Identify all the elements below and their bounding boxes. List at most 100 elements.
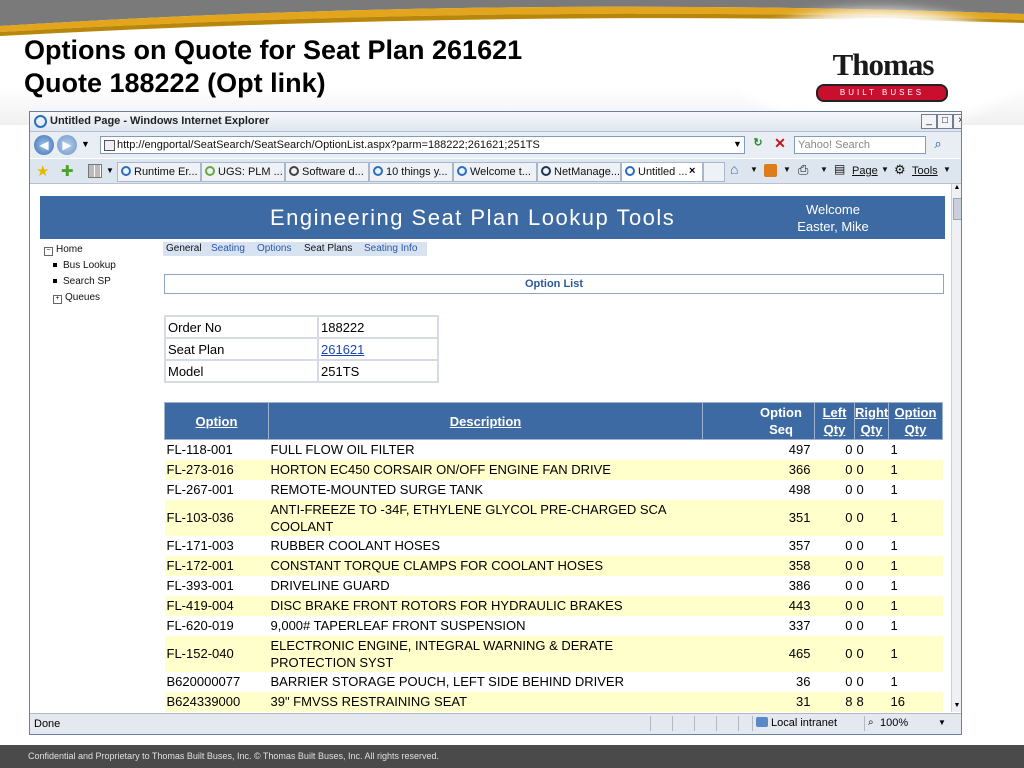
sort-option-qty-header[interactable]: Option Qty [888, 402, 943, 440]
maximize-button[interactable]: □ [937, 114, 953, 129]
option-qty: 1 [888, 671, 943, 692]
option-qty: 1 [888, 615, 943, 636]
nav-home[interactable]: − Home [44, 244, 83, 256]
search-icon[interactable]: ⌕ [930, 136, 946, 152]
menu-general[interactable]: General [166, 243, 202, 254]
left-qty: 0 [814, 575, 855, 596]
option-code: FL-172-001 [164, 555, 269, 576]
feeds-dropdown-icon[interactable]: ▼ [783, 165, 791, 174]
print-dropdown-icon[interactable]: ▼ [820, 165, 828, 174]
sort-option-seq-header[interactable]: Option Seq [702, 402, 815, 440]
page-menu-icon[interactable]: ▤ [834, 162, 845, 176]
tab-untitled-active[interactable]: Untitled ... × [621, 162, 703, 182]
sort-option-header[interactable]: Option [164, 402, 269, 440]
minimize-button[interactable]: _ [921, 114, 937, 129]
scroll-down-icon[interactable]: ▼ [952, 702, 961, 712]
scroll-up-icon[interactable]: ▲ [952, 184, 961, 194]
menu-seating-info[interactable]: Seating Info [364, 243, 417, 254]
menu-options[interactable]: Options [257, 243, 291, 254]
refresh-icon[interactable]: ↻ [750, 136, 766, 152]
left-qty: 8 [814, 691, 855, 712]
thomas-logo-tagline: BUILT BUSES [816, 84, 948, 102]
left-qty: 0 [814, 535, 855, 556]
left-qty: 0 [814, 615, 855, 636]
right-qty: 0 [854, 535, 889, 556]
home-dropdown-icon[interactable]: ▼ [750, 165, 758, 174]
quick-tabs-icon[interactable] [88, 164, 102, 178]
left-qty: 0 [814, 479, 855, 500]
option-qty: 1 [888, 575, 943, 596]
option-row: FL-152-040 ELECTRONIC ENGINE, INTEGRAL WA… [164, 635, 943, 672]
info-row-model: Model 251TS [164, 359, 439, 383]
option-qty: 1 [888, 479, 943, 500]
forward-button[interactable]: ▶ [57, 135, 77, 155]
nav-search-sp[interactable]: Search SP [53, 276, 111, 287]
tools-menu-button[interactable]: Tools [912, 165, 938, 177]
option-row: FL-393-001 DRIVELINE GUARD 386 0 0 1 [164, 575, 943, 596]
collapse-icon[interactable]: − [44, 247, 53, 256]
new-tab-button[interactable] [703, 162, 725, 182]
left-qty: 0 [814, 671, 855, 692]
nav-bus-lookup[interactable]: Bus Lookup [53, 260, 116, 271]
zoom-dropdown-icon[interactable]: ▼ [938, 718, 946, 727]
address-input[interactable]: http://engportal/SeatSearch/SeatSearch/O… [100, 136, 745, 154]
tab-software[interactable]: Software d... [285, 162, 369, 182]
right-qty: 8 [854, 691, 889, 712]
address-text: http://engportal/SeatSearch/SeatSearch/O… [117, 139, 540, 151]
left-qty: 0 [814, 459, 855, 480]
option-qty: 1 [888, 635, 943, 672]
tab-welcome[interactable]: Welcome t... [453, 162, 537, 182]
tools-gear-icon[interactable]: ⚙ [894, 162, 906, 178]
nav-queues[interactable]: + Queues [53, 292, 100, 304]
stop-icon[interactable]: ✕ [772, 135, 788, 151]
vertical-scrollbar[interactable]: ▲ ▼ [951, 184, 961, 712]
close-window-button[interactable]: × [953, 114, 961, 129]
bullet-icon [53, 279, 57, 284]
option-qty: 16 [888, 691, 943, 712]
tab-netmanage[interactable]: NetManage... [537, 162, 621, 182]
tab-runtime-error[interactable]: Runtime Er... [117, 162, 201, 182]
address-dropdown-icon[interactable]: ▼ [733, 139, 742, 149]
menu-seating[interactable]: Seating [211, 243, 245, 254]
history-dropdown-icon[interactable]: ▼ [81, 139, 90, 149]
add-favorites-icon[interactable]: ✚ [61, 162, 74, 180]
tab-10-things[interactable]: 10 things y... [369, 162, 453, 182]
option-qty: 1 [888, 499, 943, 536]
order-number: 188222 [317, 315, 439, 339]
menu-bar: General Seating Options Seat Plans Seati… [163, 242, 427, 256]
slide-title-line1: Options on Quote for Seat Plan 261621 [24, 35, 523, 65]
tools-dropdown-icon[interactable]: ▼ [943, 165, 951, 174]
seat-plan-link[interactable]: 261621 [321, 342, 364, 357]
zoom-icon: ⌕ [868, 717, 874, 728]
page-dropdown-icon[interactable]: ▼ [881, 165, 889, 174]
back-button[interactable]: ◀ [34, 135, 54, 155]
sort-right-qty-header[interactable]: Right Qty [854, 402, 889, 440]
option-code: FL-152-040 [164, 635, 269, 672]
home-icon[interactable]: ⌂ [730, 161, 738, 177]
feeds-icon[interactable] [764, 164, 777, 177]
sort-description-header[interactable]: Description [268, 402, 703, 440]
menu-seat-plans[interactable]: Seat Plans [304, 243, 352, 254]
info-row-seat-plan: Seat Plan 261621 [164, 337, 439, 361]
search-input[interactable]: Yahoo! Search [794, 136, 926, 154]
scroll-thumb[interactable] [953, 198, 961, 220]
option-code: FL-118-001 [164, 439, 269, 460]
close-tab-icon[interactable]: × [689, 165, 695, 177]
tab-list-dropdown-icon[interactable]: ▼ [106, 166, 114, 175]
page-content: Engineering Seat Plan Lookup Tools Welco… [30, 184, 950, 712]
left-qty: 0 [814, 635, 855, 672]
favorites-star-icon[interactable]: ★ [36, 162, 49, 180]
page-menu-button[interactable]: Page [852, 165, 878, 177]
option-seq: 337 [702, 615, 815, 636]
right-qty: 0 [854, 479, 889, 500]
zoom-control[interactable]: ⌕ 100% ▼ [864, 716, 955, 731]
print-icon[interactable]: ⎙ [798, 162, 808, 178]
right-qty: 0 [854, 575, 889, 596]
option-qty: 1 [888, 459, 943, 480]
expand-icon[interactable]: + [53, 295, 62, 304]
tab-ugs-plm[interactable]: UGS: PLM ... [201, 162, 285, 182]
sort-left-qty-header[interactable]: Left Qty [814, 402, 855, 440]
left-qty: 0 [814, 595, 855, 616]
option-seq: 366 [702, 459, 815, 480]
zone-indicator: Local intranet [752, 716, 863, 731]
